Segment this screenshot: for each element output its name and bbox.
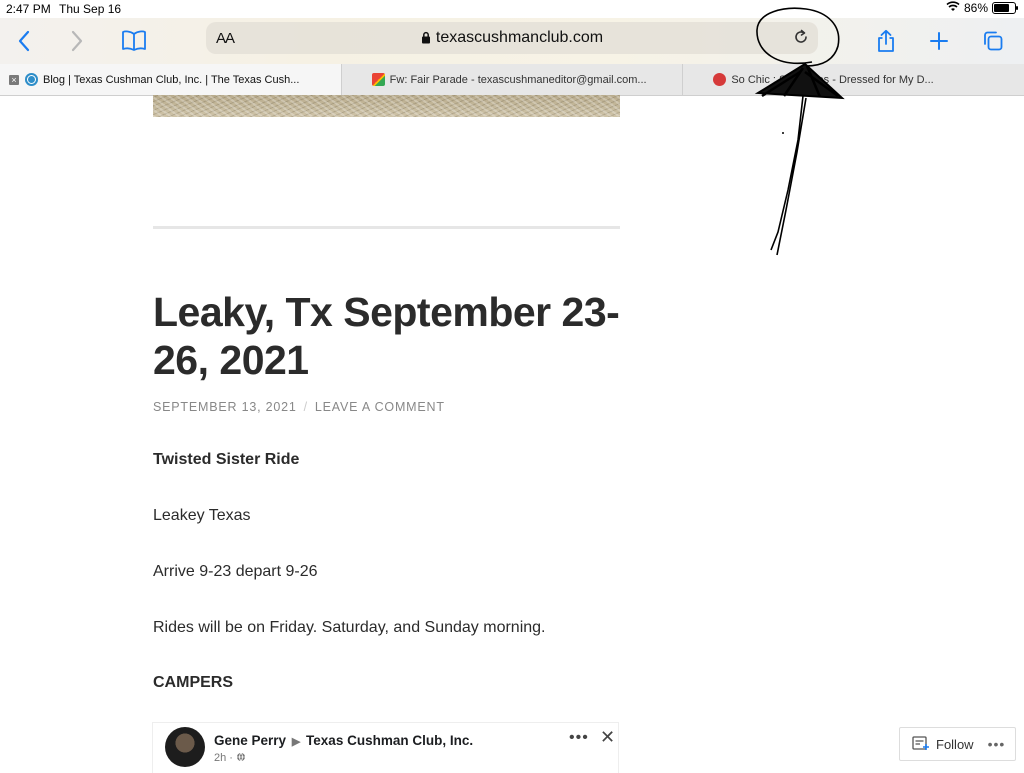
close-tab-icon[interactable]: × [9, 74, 19, 85]
embed-time: 2h · [214, 752, 246, 764]
follow-icon [912, 735, 930, 754]
divider [153, 226, 620, 229]
post-date[interactable]: SEPTEMBER 13, 2021 [153, 400, 297, 414]
sochic-icon [713, 73, 727, 86]
tabs-icon [984, 31, 1003, 51]
post-paragraph: Leakey Texas [153, 507, 251, 524]
follow-label[interactable]: Follow [936, 737, 974, 752]
share-button[interactable] [869, 24, 903, 58]
embed-author-line: Gene Perry ▶ Texas Cushman Club, Inc. [214, 733, 473, 748]
triangle-right-icon: ▶ [291, 736, 301, 748]
more-options-icon[interactable]: ••• [988, 736, 1006, 752]
wordpress-icon [25, 73, 38, 86]
tab-title: Blog | Texas Cushman Club, Inc. | The Te… [43, 73, 300, 86]
leave-comment-link[interactable]: LEAVE A COMMENT [315, 400, 445, 414]
follow-bar[interactable]: Follow ••• [899, 727, 1016, 761]
post-paragraph: Arrive 9-23 depart 9-26 [153, 563, 318, 580]
book-icon [122, 30, 146, 51]
reload-button[interactable] [792, 28, 810, 51]
wifi-icon [946, 1, 960, 15]
share-icon [878, 29, 894, 52]
tab-blog[interactable]: × Blog | Texas Cushman Club, Inc. | The … [0, 64, 341, 95]
battery-percent: 86% [963, 1, 988, 15]
post-paragraph: CAMPERS [153, 674, 234, 691]
embed-author[interactable]: Gene Perry [214, 733, 286, 748]
status-date: Thu Sep 16 [59, 2, 122, 16]
back-button[interactable] [7, 24, 41, 58]
post-paragraph: Rides will be on Friday. Saturday, and S… [153, 619, 546, 636]
more-options-icon[interactable]: ••• [569, 729, 589, 747]
facebook-embed: Gene Perry ▶ Texas Cushman Club, Inc. 2h… [153, 723, 618, 773]
gmail-icon [371, 73, 385, 86]
tab-title: Fw: Fair Parade - texascushmaneditor@gma… [389, 73, 647, 86]
browser-toolbar: AA texascushmanclub.com [0, 18, 1024, 64]
url-text: texascushmanclub.com [435, 29, 604, 46]
address-bar[interactable]: AA texascushmanclub.com [206, 22, 818, 54]
battery-icon [992, 2, 1018, 14]
reload-icon [795, 29, 807, 43]
post-paragraph: Twisted Sister Ride [153, 451, 300, 468]
plus-icon [930, 32, 948, 50]
tab-overview-button[interactable] [976, 24, 1010, 58]
tab-sochic[interactable]: So Chic : Separates - Dressed for My D..… [682, 64, 1024, 95]
post-meta: SEPTEMBER 13, 2021/LEAVE A COMMENT [153, 400, 445, 414]
chevron-left-icon [18, 30, 30, 52]
lock-icon [421, 31, 431, 49]
new-tab-button[interactable] [922, 24, 956, 58]
status-bar: 2:47 PM Thu Sep 16 86% [0, 0, 1024, 18]
url-display[interactable]: texascushmanclub.com [206, 29, 818, 49]
tab-title: So Chic : Separates - Dressed for My D..… [731, 73, 934, 86]
chevron-right-icon [71, 30, 83, 52]
avatar[interactable] [165, 727, 205, 767]
tab-gmail[interactable]: Fw: Fair Parade - texascushmaneditor@gma… [340, 64, 683, 95]
featured-image [153, 95, 620, 117]
globe-icon [237, 752, 246, 762]
status-time: 2:47 PM [6, 2, 51, 16]
close-icon[interactable]: ✕ [600, 727, 615, 748]
forward-button[interactable] [60, 24, 94, 58]
tab-bar: × Blog | Texas Cushman Club, Inc. | The … [0, 64, 1024, 96]
post-title[interactable]: Leaky, Tx September 23-26, 2021 [153, 288, 623, 384]
status-right: 86% [946, 1, 1018, 15]
bookmarks-button[interactable] [117, 24, 151, 58]
embed-group[interactable]: Texas Cushman Club, Inc. [306, 733, 473, 748]
